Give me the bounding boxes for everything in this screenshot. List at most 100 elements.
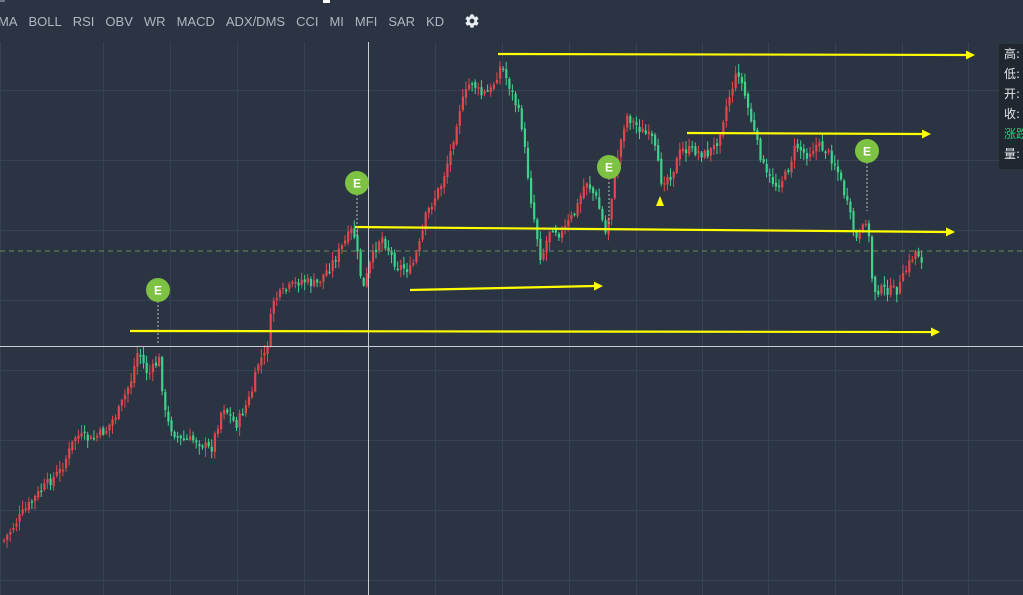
candle-body [774, 182, 778, 187]
candle-body [328, 271, 331, 274]
candle-body [421, 230, 424, 240]
tab-cci[interactable]: CCI [296, 14, 318, 29]
candle-body [291, 281, 294, 284]
candle-body [840, 172, 843, 180]
candle-body [672, 171, 675, 179]
candle-body [474, 81, 477, 88]
tab-mfi[interactable]: MFI [355, 14, 377, 29]
candle-body [142, 354, 145, 364]
candle-body [914, 251, 917, 259]
candle-body [99, 429, 102, 436]
info-high-label: 高: [1004, 47, 1021, 61]
annotation-arrow-head [593, 281, 603, 291]
tab-kd[interactable]: KD [426, 14, 444, 29]
candle-body [815, 144, 818, 152]
candle-body [282, 287, 285, 290]
candle-body [244, 405, 247, 414]
candle-body [102, 428, 105, 435]
tab-wr[interactable]: WR [144, 14, 166, 29]
candle-body [229, 414, 232, 416]
candle-body [750, 108, 753, 122]
candle-body [781, 180, 784, 188]
candle-body [787, 170, 790, 172]
candle-body [3, 539, 6, 542]
candle-body [455, 126, 458, 145]
candle-body [818, 142, 821, 146]
tab-boll[interactable]: BOLL [29, 14, 62, 29]
candle-body [635, 122, 638, 126]
candle-body [902, 272, 905, 281]
tab-obv[interactable]: OBV [105, 14, 132, 29]
candle-body [595, 192, 598, 196]
tab-mi[interactable]: MI [329, 14, 343, 29]
candle-body [768, 174, 771, 176]
candle-body [65, 458, 68, 468]
candle-body [678, 149, 681, 160]
candle-body [650, 133, 654, 136]
info-close-label: 收: [1004, 107, 1021, 121]
candle-body [378, 241, 381, 251]
gear-icon [465, 14, 479, 28]
candle-body [232, 416, 235, 421]
annotation-arrow-head [945, 227, 955, 237]
candle-body [114, 417, 117, 421]
candle-body [285, 289, 288, 292]
annotation-arrow-line [354, 225, 948, 234]
candle-body [796, 143, 799, 149]
candle-body [71, 441, 74, 451]
candle-body [623, 128, 626, 142]
candle-body [337, 248, 340, 263]
candle-body [471, 83, 474, 85]
candle-body [793, 145, 796, 161]
candle-body [30, 501, 34, 503]
info-low-label: 低: [1004, 67, 1021, 81]
candle-body [313, 280, 316, 286]
tab-adx-dms[interactable]: ADX/DMS [226, 14, 285, 29]
candle-body [666, 177, 669, 185]
candle-body [703, 151, 706, 158]
tab-rsi[interactable]: RSI [73, 14, 95, 29]
candle-body [551, 230, 554, 233]
candle-body [843, 180, 846, 196]
candle-body [691, 146, 694, 148]
candle-body [892, 285, 895, 288]
candle-body [15, 523, 18, 527]
candle-body [161, 357, 164, 392]
candle-body [167, 411, 170, 422]
candle-body [37, 491, 40, 498]
candle-body [117, 406, 120, 419]
candle-body [207, 442, 210, 447]
candle-body [725, 106, 728, 122]
candle-body [756, 129, 759, 140]
candle-body [821, 141, 824, 151]
candle-body [55, 471, 58, 476]
chart-canvas[interactable]: E E E E [0, 42, 1023, 595]
candle-body [105, 430, 108, 434]
candle-body [895, 287, 898, 295]
candle-body [46, 479, 49, 483]
candle-body [201, 445, 204, 448]
candle-body [681, 148, 685, 152]
event-marker-label: E [605, 161, 613, 175]
annotation-arrow-line [497, 52, 968, 57]
candle-body [737, 72, 740, 77]
candle-body [375, 249, 378, 252]
tab-ma[interactable]: MA [0, 14, 18, 29]
tab-macd[interactable]: MACD [177, 14, 215, 29]
candle-body [812, 150, 815, 155]
candle-body [449, 151, 452, 166]
candle-body [136, 352, 139, 367]
candle-body [204, 442, 207, 449]
candle-body [697, 151, 700, 153]
candlestick-chart[interactable]: E E E E [0, 42, 1023, 595]
event-marker-label: E [154, 284, 162, 298]
settings-button[interactable] [463, 12, 481, 30]
candle-body [660, 158, 663, 184]
candle-body [412, 263, 415, 265]
candle-body [40, 490, 43, 493]
candle-body [880, 285, 883, 294]
tab-sar[interactable]: SAR [388, 14, 415, 29]
candle-body [158, 357, 161, 366]
candle-body [598, 197, 601, 209]
candle-body [759, 138, 762, 161]
